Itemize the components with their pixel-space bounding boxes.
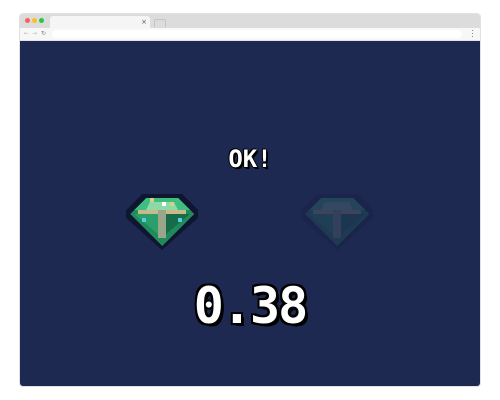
browser-toolbar: ← → ↻ — [20, 28, 480, 41]
gem-collected-icon — [126, 194, 198, 250]
minimize-window-button[interactable] — [32, 18, 37, 23]
back-icon[interactable]: ← — [24, 28, 29, 40]
new-tab-button[interactable] — [154, 19, 166, 27]
game-canvas[interactable]: OK! 0.38 — [20, 41, 480, 386]
maximize-window-button[interactable] — [39, 18, 44, 23]
gem-missing-icon — [301, 194, 373, 250]
reload-icon[interactable]: ↻ — [41, 28, 46, 40]
status-message: OK! — [228, 145, 272, 173]
score-value: 0.38 — [193, 277, 308, 335]
browser-window: × ← → ↻ OK! 0.38 — [20, 14, 480, 386]
menu-icon[interactable] — [472, 30, 474, 38]
browser-tab[interactable]: × — [50, 16, 150, 28]
tab-bar: × — [20, 14, 480, 28]
address-bar[interactable] — [52, 30, 462, 38]
close-window-button[interactable] — [25, 18, 30, 23]
forward-icon[interactable]: → — [32, 28, 37, 40]
close-tab-icon[interactable]: × — [141, 16, 147, 28]
